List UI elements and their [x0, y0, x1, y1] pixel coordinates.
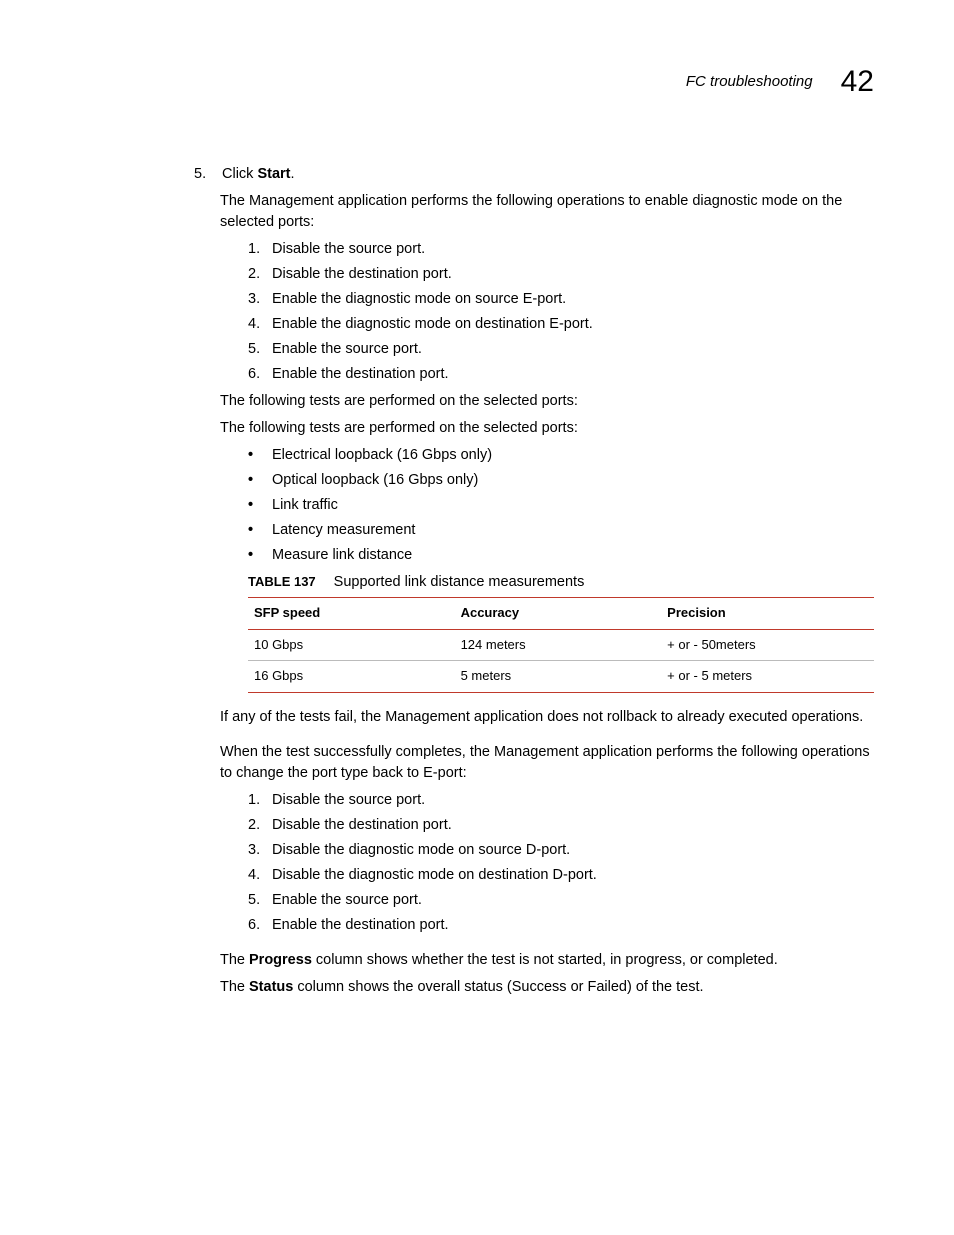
table-row: 16 Gbps 5 meters + or - 5 meters [248, 661, 874, 693]
tests-intro-2: The following tests are performed on the… [220, 418, 874, 439]
col-precision: Precision [661, 597, 874, 629]
status-note: The Status column shows the overall stat… [220, 977, 874, 998]
table-header-row: SFP speed Accuracy Precision [248, 597, 874, 629]
enable-ops-list: 1.Disable the source port. 2.Disable the… [220, 239, 874, 385]
content-body: 5. Click Start. The Management applicati… [80, 164, 874, 999]
disable-ops-list: 1.Disable the source port. 2.Disable the… [220, 790, 874, 936]
success-note: When the test successfully completes, th… [220, 742, 874, 784]
table-caption: TABLE 137Supported link distance measure… [248, 572, 874, 593]
list-item: •Latency measurement [248, 520, 874, 541]
col-accuracy: Accuracy [455, 597, 662, 629]
page: FC troubleshooting 42 5. Click Start. Th… [0, 0, 954, 1235]
chapter-number: 42 [841, 60, 874, 104]
list-item: 6.Enable the destination port. [248, 915, 874, 936]
list-item: 2.Disable the destination port. [248, 815, 874, 836]
list-item: 4.Disable the diagnostic mode on destina… [248, 865, 874, 886]
progress-note: The Progress column shows whether the te… [220, 950, 874, 971]
header-title: FC troubleshooting [686, 71, 813, 93]
list-item: 6.Enable the destination port. [248, 364, 874, 385]
page-header: FC troubleshooting 42 [80, 60, 874, 104]
measurements-table: SFP speed Accuracy Precision 10 Gbps 124… [248, 597, 874, 694]
step-number: 5. [192, 164, 222, 185]
intro-paragraph: The Management application performs the … [220, 191, 874, 233]
list-item: 3.Disable the diagnostic mode on source … [248, 840, 874, 861]
list-item: 5.Enable the source port. [248, 890, 874, 911]
list-item: 4.Enable the diagnostic mode on destinat… [248, 314, 874, 335]
list-item: •Measure link distance [248, 545, 874, 566]
list-item: 1.Disable the source port. [248, 790, 874, 811]
list-item: •Link traffic [248, 495, 874, 516]
list-item: •Optical loopback (16 Gbps only) [248, 470, 874, 491]
tests-list: •Electrical loopback (16 Gbps only) •Opt… [220, 445, 874, 566]
list-item: 2.Disable the destination port. [248, 264, 874, 285]
list-item: •Electrical loopback (16 Gbps only) [248, 445, 874, 466]
step-text: Click Start. [222, 164, 295, 185]
tests-intro-1: The following tests are performed on the… [220, 391, 874, 412]
list-item: 5.Enable the source port. [248, 339, 874, 360]
list-item: 1.Disable the source port. [248, 239, 874, 260]
table-row: 10 Gbps 124 meters + or - 50meters [248, 629, 874, 661]
step-5: 5. Click Start. [220, 164, 874, 185]
fail-note: If any of the tests fail, the Management… [220, 707, 874, 728]
list-item: 3.Enable the diagnostic mode on source E… [248, 289, 874, 310]
col-sfp-speed: SFP speed [248, 597, 455, 629]
